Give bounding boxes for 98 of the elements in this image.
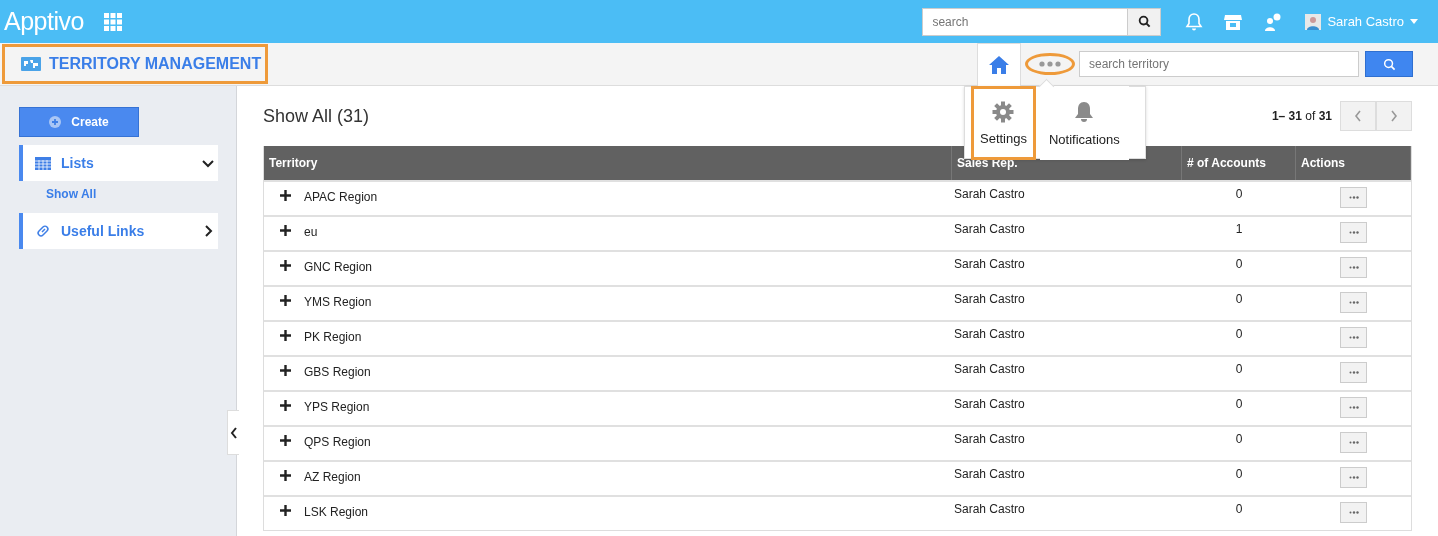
more-icon xyxy=(1348,196,1359,199)
row-actions-button[interactable] xyxy=(1340,467,1367,488)
table-cell: Sarah Castro xyxy=(954,432,1025,446)
table-cell: 0 xyxy=(1235,502,1243,516)
table-cell: Sarah Castro xyxy=(954,187,1025,201)
table-cell: YPS Region xyxy=(304,400,370,414)
expand-icon[interactable] xyxy=(280,260,291,271)
column-header[interactable]: Actions xyxy=(1296,146,1411,180)
table-cell: 0 xyxy=(1235,187,1243,201)
link-icon xyxy=(35,223,51,239)
app-title: TERRITORY MANAGEMENT xyxy=(49,55,262,73)
row-actions-button[interactable] xyxy=(1340,397,1367,418)
chevron-left-icon xyxy=(229,426,238,439)
row-actions-button[interactable] xyxy=(1340,257,1367,278)
more-icon xyxy=(1348,301,1359,304)
table-cell: Sarah Castro xyxy=(954,502,1025,516)
table-cell: 0 xyxy=(1235,327,1243,341)
more-icon xyxy=(1039,61,1061,67)
table-cell: Sarah Castro xyxy=(954,467,1025,481)
list-heading: Show All (31) xyxy=(263,105,370,127)
home-button[interactable] xyxy=(977,43,1021,86)
table-cell: Sarah Castro xyxy=(954,362,1025,376)
table-cell: 1 xyxy=(1235,222,1243,236)
bell-icon xyxy=(1073,99,1096,124)
table-cell: eu xyxy=(304,225,318,239)
create-button[interactable]: Create xyxy=(19,107,139,137)
expand-icon[interactable] xyxy=(280,295,291,306)
table-cell: Sarah Castro xyxy=(954,222,1025,236)
more-icon xyxy=(1348,336,1359,339)
table-cell: LSK Region xyxy=(304,505,369,519)
territory-search-field[interactable]: search territory xyxy=(1079,51,1359,77)
pagination-count: 1– 31 of 31 xyxy=(1271,109,1332,123)
table-cell: 0 xyxy=(1235,432,1243,446)
more-icon xyxy=(1348,406,1359,409)
home-icon xyxy=(988,55,1010,75)
gear-icon xyxy=(992,100,1015,123)
table-icon xyxy=(35,156,51,170)
expand-icon[interactable] xyxy=(280,400,291,411)
expand-icon[interactable] xyxy=(280,225,291,236)
expand-icon[interactable] xyxy=(280,435,291,446)
table-cell: 0 xyxy=(1235,257,1243,271)
table-cell: GBS Region xyxy=(304,365,371,379)
row-actions-button[interactable] xyxy=(1340,222,1367,243)
row-actions-button[interactable] xyxy=(1340,187,1367,208)
more-icon xyxy=(1348,371,1359,374)
sidebar-section[interactable]: Useful Links xyxy=(19,213,218,249)
row-actions-button[interactable] xyxy=(1340,292,1367,313)
menu-item[interactable]: Settings xyxy=(971,86,1036,160)
column-header[interactable]: Territory xyxy=(264,146,952,180)
sidebar-link[interactable]: Show All xyxy=(19,187,218,213)
expand-icon[interactable] xyxy=(280,365,291,376)
table-cell: Sarah Castro xyxy=(954,327,1025,341)
row-actions-button[interactable] xyxy=(1340,502,1367,523)
table-cell: 0 xyxy=(1235,292,1243,306)
collapse-sidebar-button[interactable] xyxy=(227,410,239,455)
apps-grid-icon[interactable] xyxy=(103,12,122,31)
caret-icon[interactable] xyxy=(1410,19,1418,24)
more-icon xyxy=(1348,231,1359,234)
search-icon xyxy=(1137,15,1151,28)
menu-item[interactable]: Notifications xyxy=(1040,86,1129,160)
row-actions-button[interactable] xyxy=(1340,432,1367,453)
search-icon xyxy=(1382,57,1396,71)
chevron-right-icon xyxy=(1390,110,1398,122)
table-cell: 0 xyxy=(1235,397,1243,411)
avatar-icon[interactable] xyxy=(1305,13,1322,30)
more-icon xyxy=(1348,266,1359,269)
column-header[interactable]: # of Accounts xyxy=(1182,146,1296,180)
table-cell: Sarah Castro xyxy=(954,292,1025,306)
more-button[interactable] xyxy=(1025,53,1075,75)
table-cell: GNC Region xyxy=(304,260,373,274)
plus-circle-icon xyxy=(49,116,62,128)
table-cell: AZ Region xyxy=(304,470,361,484)
next-page-button[interactable] xyxy=(1376,101,1412,131)
more-icon xyxy=(1348,476,1359,479)
chevron-down-icon xyxy=(202,157,214,169)
table-cell: QPS Region xyxy=(304,435,371,449)
row-actions-button[interactable] xyxy=(1340,327,1367,348)
row-actions-button[interactable] xyxy=(1340,362,1367,383)
more-icon xyxy=(1348,511,1359,514)
more-icon xyxy=(1348,441,1359,444)
search-field[interactable]: search xyxy=(922,7,1129,36)
expand-icon[interactable] xyxy=(280,470,291,481)
table-cell: 0 xyxy=(1235,362,1243,376)
expand-icon[interactable] xyxy=(280,330,291,341)
table-cell: PK Region xyxy=(304,330,362,344)
bell-icon[interactable] xyxy=(1185,11,1204,32)
table-cell: APAC Region xyxy=(304,190,378,204)
previous-page-button[interactable] xyxy=(1340,101,1376,131)
chevron-left-icon xyxy=(1354,110,1362,122)
expand-icon[interactable] xyxy=(280,505,291,516)
table-cell: 0 xyxy=(1235,467,1243,481)
chevron-right-icon xyxy=(202,225,214,237)
world-map-icon xyxy=(21,57,41,71)
table-cell: YMS Region xyxy=(304,295,372,309)
expand-icon[interactable] xyxy=(280,190,291,201)
table-cell: Sarah Castro xyxy=(954,257,1025,271)
sidebar-section[interactable]: Lists xyxy=(19,145,218,181)
table-cell: Sarah Castro xyxy=(954,397,1025,411)
